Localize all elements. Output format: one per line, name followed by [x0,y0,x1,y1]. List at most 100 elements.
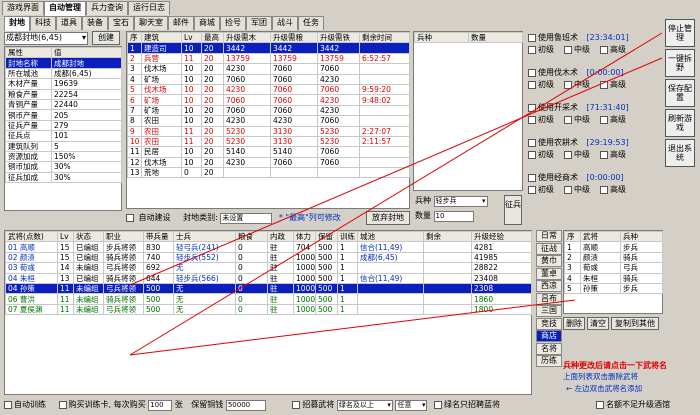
subtab-shop[interactable]: 商城 [194,16,220,30]
tab-troop-query[interactable]: 兵力查询 [86,1,128,15]
table-row[interactable]: 所在城池 成都(6,45) [5,67,122,80]
tech-checkbox[interactable] [528,173,536,182]
subtab-chat[interactable]: 聊天室 [134,16,168,30]
general-cell[interactable]: 驻 [267,251,294,264]
tab-auto-manage[interactable]: 自动管理 [44,1,86,16]
vtab-item[interactable]: 商店 [536,330,562,342]
table-row[interactable]: 3 荀彧 弓兵 [564,262,663,274]
reserve-input[interactable]: 50000 [225,400,266,411]
table-row[interactable]: 粮食产量 22254 [5,88,122,100]
recruit-soldier-button[interactable]: 征兵 [504,195,522,225]
vtab-item[interactable]: 日常 [536,230,562,242]
vtab-item[interactable]: 竞技 [536,317,562,330]
buy-count-input[interactable]: 100 [148,400,173,411]
subtab-equipment[interactable]: 装备 [82,16,108,30]
subtab-mail[interactable]: 邮件 [168,16,194,30]
subtab-pick[interactable]: 捡号 [220,16,246,30]
table-row[interactable]: 3 伐木场 10 20 4230 7060 7060 [127,63,410,75]
vtab-item[interactable]: 西凉 [536,280,562,292]
green-recruit-checkbox[interactable] [434,400,443,409]
refresh-game-button[interactable]: 刷新游戏 [665,109,695,137]
table-row[interactable]: 2 颜渍 骑兵 [564,251,663,264]
recruit-select[interactable]: 绿名及以上 ▾ [336,400,393,411]
level-checkbox[interactable] [564,115,572,124]
table-row[interactable]: 07 夏侯渊 11 未编组 弓兵将领 500 无 0 驻 1000 500 1 1800 [5,303,532,316]
level-checkbox[interactable] [528,45,536,54]
level-checkbox[interactable] [528,115,536,124]
table-row[interactable]: 5 伐木场 10 20 4230 7060 7060 9:59:20 [127,83,410,96]
one-click-demolish-button[interactable]: 一键拆野 [665,49,695,77]
abandon-fief-button[interactable]: 放弃封地 [366,211,410,225]
table-row[interactable]: 7 矿场 10 20 7060 7060 4230 [127,104,410,117]
vtab-item[interactable]: 三国 [536,305,562,317]
general-cell[interactable]: 驻 [267,293,294,305]
stop-manage-button[interactable]: 停止管理 [665,19,695,47]
recruit-any-select[interactable]: 任意 ▾ [395,400,428,411]
table-row[interactable]: 04 孙策 11 未编组 弓兵将领 500 无 0 驻 1000 500 1 2308 [5,282,532,295]
vtab-item[interactable]: 董卓 [536,267,562,280]
table-row[interactable]: 10 农田 11 20 5230 3130 5230 2:11:57 [127,135,410,148]
exit-system-button[interactable]: 退出系统 [665,139,695,167]
auto-build-checkbox[interactable] [126,213,134,222]
table-row[interactable]: 2 兵营 11 20 13759 13759 13759 6:52:57 [127,52,410,65]
table-row[interactable]: 铜币加成 30% [5,161,122,173]
table-row[interactable]: 9 农田 11 20 5230 3130 5230 2:27:07 [127,125,410,137]
table-row[interactable]: 8 农田 10 20 4230 4230 7060 [127,115,410,127]
level-checkbox[interactable] [564,45,572,54]
table-row[interactable]: 06 曹洪 11 未编组 骑兵将领 500 无 0 驻 1000 500 1 1860 [5,293,532,305]
subtab-legion[interactable]: 军团 [246,16,272,30]
tech-checkbox[interactable] [528,103,536,112]
subtab-battle[interactable]: 战斗 [272,16,298,30]
delete-button[interactable]: 删除 [563,317,585,330]
table-row[interactable]: 征兵产量 279 [5,119,122,132]
table-row[interactable]: 4 朱桓 骑兵 [564,272,663,284]
vtab-item[interactable]: 名将 [536,342,562,355]
table-row[interactable]: 1 高顺 步兵 [564,241,663,253]
table-row[interactable]: 11 民居 10 20 5140 5140 7060 [127,146,410,158]
table-row[interactable]: 01 高顺 15 已编组 步兵将领 830 轻弓兵(241) 0 驻 704 500 1 信合(11,… [5,241,532,253]
vtab-item[interactable]: 吕布 [536,292,562,305]
level-checkbox[interactable] [600,150,608,159]
table-row[interactable]: 征兵加成 30% [5,171,122,184]
table-row[interactable]: 13 荒地 0 20 [127,167,410,179]
table-row[interactable]: 青铜产量 22440 [5,98,122,111]
level-checkbox[interactable] [600,185,608,194]
clear-button[interactable]: 清空 [587,317,609,330]
tab-run-log[interactable]: 运行日志 [128,1,170,15]
vtab-item[interactable]: 黄巾 [536,255,562,267]
roster-soldier-select[interactable]: 骑兵 [620,272,663,284]
table-row[interactable]: 封地名称 成都封地 [5,57,122,69]
level-checkbox[interactable] [600,115,608,124]
roster-soldier-select[interactable]: 步兵 [620,282,663,295]
table-row[interactable]: 资源加成 150% [5,150,122,163]
subtab-fief[interactable]: 封地 [4,16,30,31]
table-row[interactable]: 02 颜渍 15 已编组 骑兵将领 740 轻步兵(552) 0 驻 1000 500 1 成都(6,… [5,251,532,264]
general-cell[interactable]: 驻 [267,303,294,316]
table-row[interactable]: 建筑队列 5 [5,140,122,152]
table-row[interactable]: 征兵点 101 [5,130,122,142]
table-row[interactable]: 5 孙策 步兵 [564,282,663,295]
tech-checkbox[interactable] [528,33,536,42]
level-checkbox[interactable] [564,185,572,194]
tech-checkbox[interactable] [528,68,536,77]
level-checkbox[interactable] [528,150,536,159]
table-row[interactable]: 04 朱桓 13 已编组 骑兵将领 644 轻步兵(566) 0 驻 1000 500 1 信合(11… [5,272,532,284]
soldier-type-select[interactable]: 轻步兵 ▾ [433,196,488,207]
vtab-item[interactable]: 历练 [536,355,562,367]
general-cell[interactable]: 驻 [267,241,294,253]
tech-checkbox[interactable] [528,138,536,147]
level-checkbox[interactable] [600,45,608,54]
level-checkbox[interactable] [528,185,536,194]
subtab-gems[interactable]: 宝石 [108,16,134,30]
subtab-tech[interactable]: 科技 [30,16,56,30]
subtab-quest[interactable]: 任务 [298,16,324,30]
auto-train-checkbox[interactable] [4,400,12,409]
vtab-item[interactable]: 征战 [536,242,562,255]
general-cell[interactable]: 驻 [267,272,294,284]
level-checkbox[interactable] [600,80,608,89]
roster-soldier-select[interactable]: 步兵 [620,241,663,253]
general-cell[interactable]: 驻 [267,262,294,274]
table-row[interactable]: 4 矿场 10 20 7060 7060 4230 [127,73,410,85]
buy-train-checkbox[interactable] [58,400,67,409]
level-checkbox[interactable] [528,80,536,89]
